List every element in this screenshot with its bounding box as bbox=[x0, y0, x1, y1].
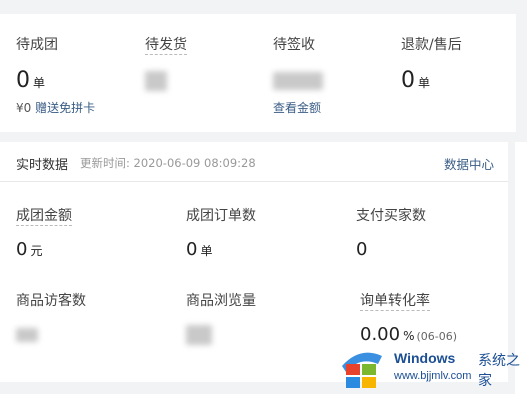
view-amount-link[interactable]: 查看金额 bbox=[273, 99, 323, 116]
metric-value: 0单 bbox=[186, 239, 213, 260]
logo-red bbox=[346, 364, 360, 375]
data-center-link[interactable]: 数据中心 bbox=[444, 154, 494, 173]
windows-logo-icon bbox=[342, 352, 382, 388]
watermark-brand: Windows bbox=[394, 350, 456, 366]
metric-value-redacted bbox=[16, 324, 86, 345]
metric-label: 成团订单数 bbox=[186, 208, 256, 224]
order-value-redacted bbox=[145, 68, 187, 93]
order-label: 待签收 bbox=[273, 37, 315, 53]
watermark-brand-cn: 系统之家 bbox=[478, 353, 520, 389]
realtime-title: 实时数据 bbox=[16, 158, 69, 173]
watermark-url: www.bjjmlv.com bbox=[394, 370, 472, 382]
order-pending-ship[interactable]: 待发货 bbox=[145, 34, 187, 93]
metric-value-redacted bbox=[186, 324, 256, 345]
logo-green bbox=[362, 364, 376, 375]
order-value-redacted bbox=[273, 68, 323, 93]
order-label: 退款/售后 bbox=[401, 37, 462, 53]
metric-label: 商品访客数 bbox=[16, 293, 86, 309]
metric-label: 支付买家数 bbox=[356, 208, 426, 224]
metric-paying-buyers[interactable]: 支付买家数 0 bbox=[356, 205, 426, 260]
realtime-header: 实时数据 更新时间: 2020-06-09 08:09:28 数据中心 bbox=[0, 142, 508, 182]
order-pending-group[interactable]: 待成团 0单 ¥0 赠送免拼卡 bbox=[16, 34, 95, 116]
order-label: 待发货 bbox=[145, 37, 187, 55]
update-time: 更新时间: 2020-06-09 08:09:28 bbox=[80, 156, 256, 170]
logo-yellow bbox=[362, 377, 376, 388]
metric-label: 商品浏览量 bbox=[186, 293, 256, 309]
order-value: 0单 bbox=[401, 68, 431, 93]
order-summary-card: 待成团 0单 ¥0 赠送免拼卡 待发货 待签收 查看金额 退款/售后 0单 bbox=[0, 14, 516, 132]
free-group-card-link[interactable]: ¥0 赠送免拼卡 bbox=[16, 99, 95, 116]
metric-product-views[interactable]: 商品浏览量 bbox=[186, 290, 256, 345]
metric-label: 询单转化率 bbox=[360, 293, 430, 311]
metric-group-amount[interactable]: 成团金额 0元 bbox=[16, 205, 72, 260]
order-label: 待成团 bbox=[16, 37, 58, 53]
logo-blue bbox=[346, 377, 360, 388]
order-refund[interactable]: 退款/售后 0单 bbox=[401, 34, 462, 93]
metric-value: 0 bbox=[356, 239, 368, 260]
order-value: 0单 bbox=[16, 68, 46, 93]
metric-value: 0元 bbox=[16, 239, 43, 260]
metric-label: 成团金额 bbox=[16, 208, 72, 226]
order-pending-receipt[interactable]: 待签收 查看金额 bbox=[273, 34, 323, 116]
watermark: Windows 系统之家 www.bjjmlv.com bbox=[338, 340, 527, 390]
metric-product-visitors[interactable]: 商品访客数 bbox=[16, 290, 86, 345]
metric-inquiry-conversion[interactable]: 询单转化率 0.00% (06-06) bbox=[360, 290, 457, 345]
metric-group-orders[interactable]: 成团订单数 0单 bbox=[186, 205, 256, 260]
